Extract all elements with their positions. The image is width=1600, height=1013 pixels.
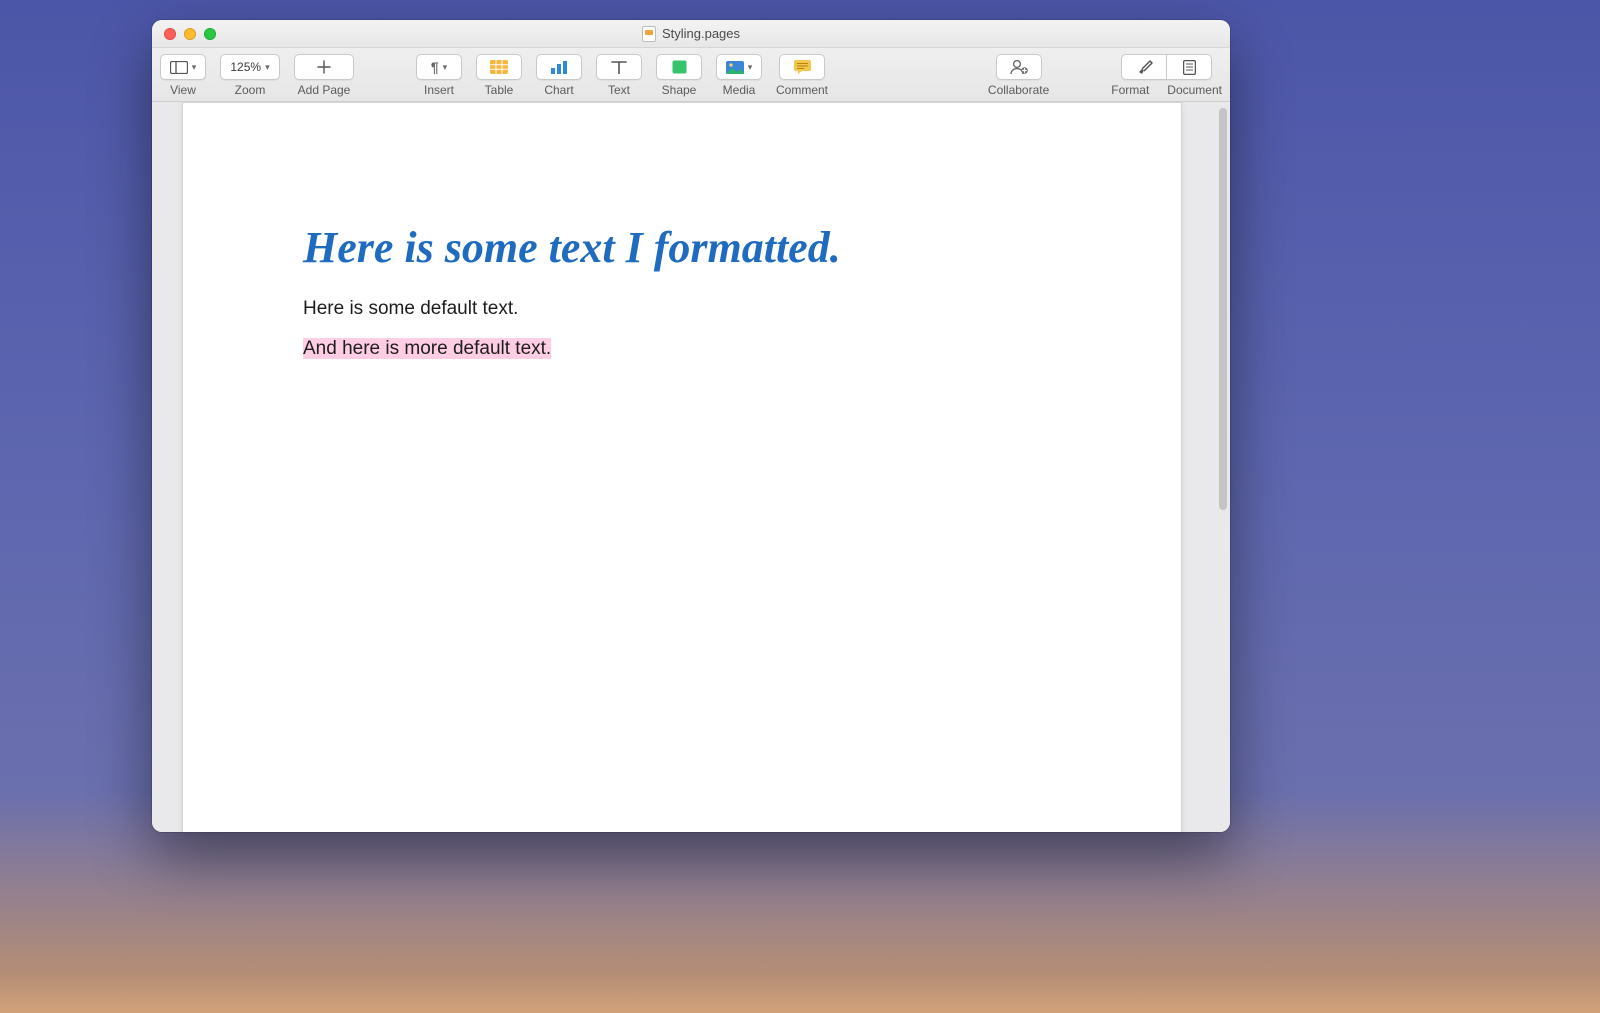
toolbar-group-format: Format Document [1111,54,1222,97]
toolbar-group-text: Text [596,54,642,97]
text-button[interactable] [596,54,642,80]
toolbar-group-table: Table [476,54,522,97]
collaborate-icon [1009,59,1029,75]
toolbar-group-add-page: Add Page [294,54,354,97]
format-button[interactable] [1121,54,1167,80]
toolbar-group-shape: Shape [656,54,702,97]
vertical-scrollbar-thumb[interactable] [1219,108,1227,510]
toolbar-group-view: ▾ View [160,54,206,97]
document-pane-icon [1183,60,1196,75]
paintbrush-icon [1136,60,1153,75]
window-controls [152,28,216,40]
titlebar: Styling.pages [152,20,1230,48]
media-icon [726,61,744,74]
pilcrow-icon: ¶ [431,59,439,75]
add-page-button[interactable] [294,54,354,80]
document-icon [642,26,656,42]
collaborate-label: Collaborate [988,83,1049,97]
shape-icon [672,60,687,74]
toolbar-group-collaborate: Collaborate [988,54,1049,97]
zoom-label: Zoom [235,83,266,97]
text-icon [611,60,627,74]
chevron-down-icon: ▾ [192,62,197,73]
sidebar-layout-icon [170,61,188,74]
window-title: Styling.pages [662,26,740,41]
format-label: Format [1111,83,1149,97]
toolbar-group-insert: ¶ ▾ Insert [416,54,462,97]
minimize-window-button[interactable] [184,28,196,40]
toolbar: ▾ View 125% ▾ Zoom Add Pa [152,48,1230,102]
bar-chart-icon [550,60,568,74]
document-button[interactable] [1166,54,1212,80]
page-canvas[interactable]: Here is some text I formatted. Here is s… [182,102,1182,832]
zoom-window-button[interactable] [204,28,216,40]
body-paragraph-1[interactable]: Here is some default text. [303,296,1061,323]
toolbar-group-zoom: 125% ▾ Zoom [220,54,280,97]
document-label: Document [1167,83,1222,97]
chart-button[interactable] [536,54,582,80]
body-paragraph-2-selected[interactable]: And here is more default text. [303,336,1061,363]
add-page-label: Add Page [298,83,351,97]
app-window: Styling.pages ▾ View 125% ▾ [152,20,1230,832]
insert-label: Insert [424,83,454,97]
zoom-value: 125% [230,60,261,74]
chevron-down-icon: ▾ [265,62,270,73]
table-label: Table [485,83,514,97]
shape-button[interactable] [656,54,702,80]
text-label: Text [608,83,630,97]
formatted-paragraph[interactable]: Here is some text I formatted. [303,223,1061,274]
comment-button[interactable] [779,54,825,80]
insert-button[interactable]: ¶ ▾ [416,54,462,80]
media-button[interactable]: ▾ [716,54,762,80]
toolbar-group-chart: Chart [536,54,582,97]
table-button[interactable] [476,54,522,80]
comment-label: Comment [776,83,828,97]
chevron-down-icon: ▾ [443,62,448,73]
document-viewport[interactable]: Here is some text I formatted. Here is s… [152,102,1230,832]
comment-icon [794,60,811,74]
toolbar-group-comment: Comment [776,54,828,97]
view-button[interactable]: ▾ [160,54,206,80]
plus-icon [317,60,331,74]
toolbar-group-media: ▾ Media [716,54,762,97]
selected-text[interactable]: And here is more default text. [303,338,551,359]
table-icon [490,60,508,74]
view-label: View [170,83,196,97]
collaborate-button[interactable] [996,54,1042,80]
shape-label: Shape [662,83,697,97]
chart-label: Chart [544,83,573,97]
media-label: Media [723,83,756,97]
chevron-down-icon: ▾ [748,62,753,73]
close-window-button[interactable] [164,28,176,40]
zoom-dropdown[interactable]: 125% ▾ [220,54,280,80]
